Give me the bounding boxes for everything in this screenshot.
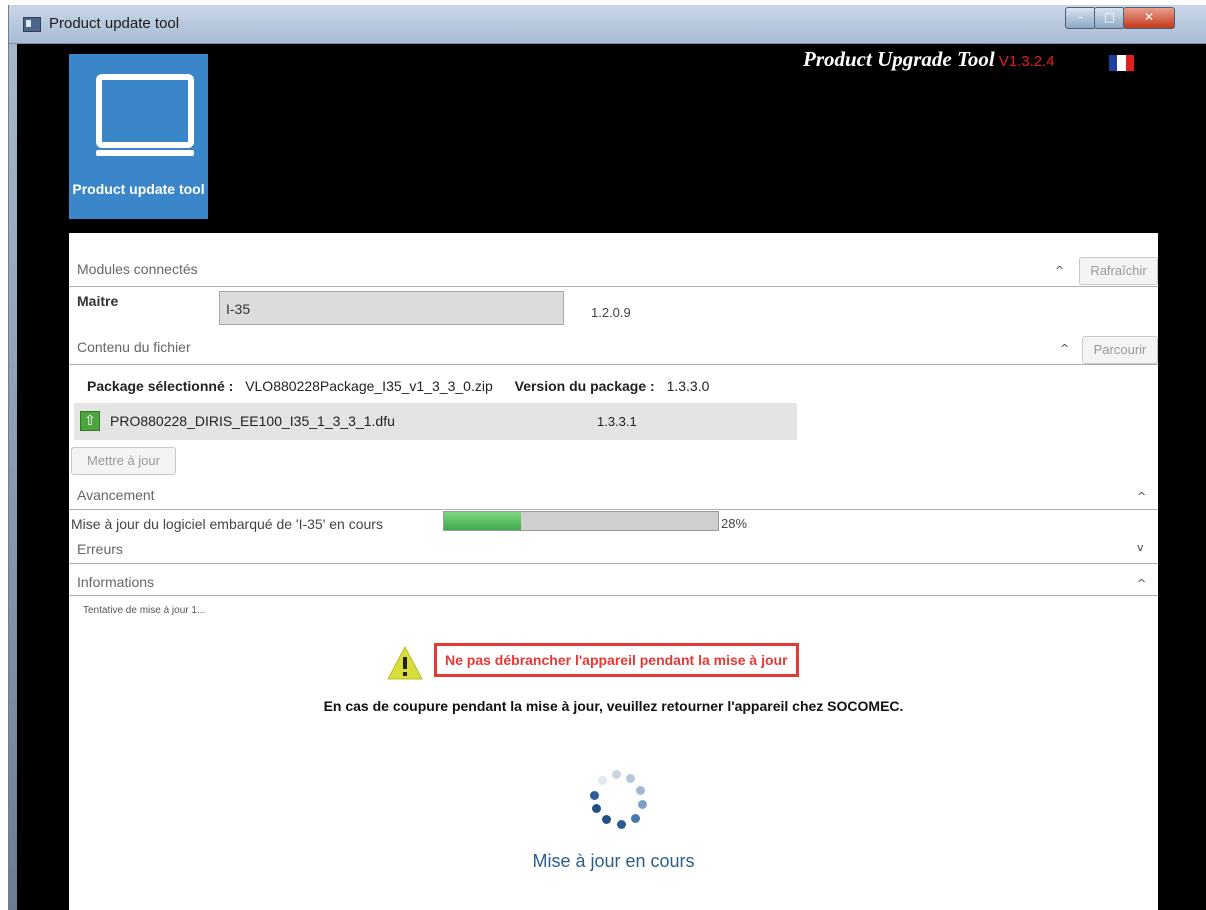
package-info: Package sélectionné : VLO880228Package_I… <box>87 378 709 394</box>
modules-section-label: Modules connectés <box>77 261 198 277</box>
app-window: Product update tool – □ ✕ Product update… <box>8 5 1206 910</box>
master-label: Maitre <box>77 293 119 309</box>
chevron-down-icon[interactable]: v <box>1137 541 1144 554</box>
warning-message: Ne pas débrancher l'appareil pendant la … <box>434 643 799 677</box>
app-window-icon <box>23 17 41 32</box>
close-button[interactable]: ✕ <box>1123 7 1175 29</box>
main-panel: Modules connectés ^ Rafraîchir Maitre I-… <box>69 233 1158 910</box>
update-button[interactable]: Mettre à jour <box>71 447 176 475</box>
title-bar[interactable]: Product update tool – □ ✕ <box>9 5 1206 44</box>
chevron-up-icon[interactable]: ^ <box>1137 490 1146 503</box>
app-tile[interactable]: Product update tool <box>69 54 208 219</box>
flag-fr-icon[interactable] <box>1109 55 1134 71</box>
section-divider <box>69 595 1158 596</box>
loading-spinner-icon <box>584 768 654 838</box>
chevron-up-icon[interactable]: ^ <box>1060 342 1069 355</box>
info-section-label: Informations <box>77 574 155 590</box>
minimize-button[interactable]: – <box>1065 7 1096 29</box>
laptop-base <box>96 150 194 156</box>
file-name: PRO880228_DIRIS_EE100_I35_1_3_3_1.dfu <box>110 413 395 429</box>
package-version-value: 1.3.3.0 <box>666 378 710 394</box>
brand-version: V1.3.2.4 <box>998 53 1055 70</box>
warning-icon <box>387 645 423 680</box>
window-left-border <box>9 44 17 910</box>
app-tile-label: Product update tool <box>72 181 205 197</box>
file-version: 1.3.3.1 <box>597 414 637 429</box>
section-divider <box>69 286 1158 287</box>
maximize-button[interactable]: □ <box>1094 7 1125 29</box>
package-version-label: Version du package : <box>514 378 655 394</box>
package-label: Package sélectionné : <box>87 378 234 394</box>
window-title: Product update tool <box>49 15 180 32</box>
file-list-item[interactable]: ⇧ PRO880228_DIRIS_EE100_I35_1_3_3_1.dfu … <box>74 403 797 440</box>
refresh-button[interactable]: Rafraîchir <box>1079 257 1158 285</box>
progress-section-label: Avancement <box>77 487 155 503</box>
laptop-icon <box>96 74 194 148</box>
section-divider <box>69 563 1158 564</box>
errors-section-label: Erreurs <box>77 541 123 557</box>
master-module-field[interactable]: I-35 <box>219 291 564 325</box>
browse-button[interactable]: Parcourir <box>1082 336 1158 364</box>
brand-title: Product Upgrade Tool V1.3.2.4 <box>803 47 1055 72</box>
support-notice: En cas de coupure pendant la mise à jour… <box>323 698 904 714</box>
progress-bar <box>443 511 719 531</box>
chevron-up-icon[interactable]: ^ <box>1137 577 1146 590</box>
master-version: 1.2.0.9 <box>591 305 631 320</box>
progress-bar-fill <box>444 512 521 530</box>
progress-status-text: Mise à jour du logiciel embarqué de 'I-3… <box>71 516 383 532</box>
progress-percent: 28% <box>721 516 748 531</box>
upgrade-arrow-icon: ⇧ <box>80 411 100 431</box>
file-section-label: Contenu du fichier <box>77 339 191 355</box>
section-divider <box>69 509 1158 510</box>
info-log-message: Tentative de mise à jour 1... <box>83 605 206 616</box>
package-value: VLO880228Package_I35_v1_3_3_0.zip <box>245 378 493 394</box>
busy-status-text: Mise à jour en cours <box>532 851 695 871</box>
section-divider <box>69 364 1158 365</box>
brand-name: Product Upgrade Tool <box>803 47 995 71</box>
chevron-up-icon[interactable]: ^ <box>1055 264 1064 277</box>
